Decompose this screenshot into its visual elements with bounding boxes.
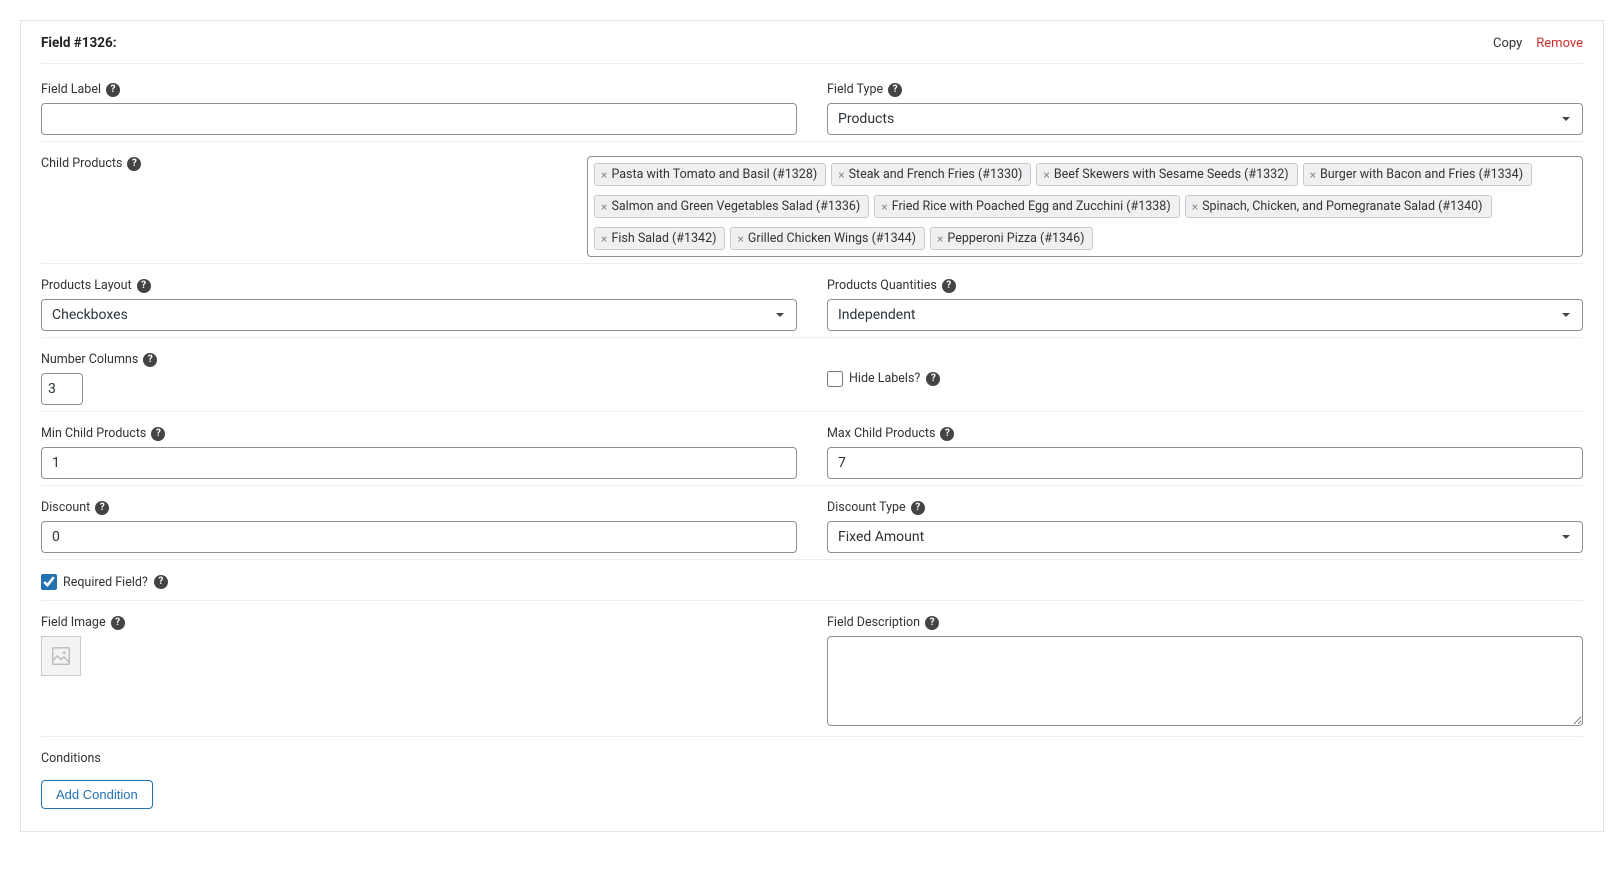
field-label-input[interactable]: [41, 103, 797, 135]
form-grid: Field Label ? Field Type ? Products Chil…: [41, 68, 1583, 809]
help-icon[interactable]: ?: [106, 83, 120, 97]
help-icon[interactable]: ?: [911, 501, 925, 515]
remove-tag-icon[interactable]: ×: [1192, 201, 1198, 213]
field-image-label: Field Image: [41, 615, 106, 630]
help-icon[interactable]: ?: [940, 427, 954, 441]
hide-labels-checkbox[interactable]: [827, 371, 843, 387]
help-icon[interactable]: ?: [154, 575, 168, 589]
child-product-tag[interactable]: × Steak and French Fries (#1330): [831, 163, 1031, 186]
child-product-tag-label: Fried Rice with Poached Egg and Zucchini…: [892, 199, 1171, 214]
products-layout-select[interactable]: Checkboxes: [41, 299, 797, 331]
child-product-tag[interactable]: × Fried Rice with Poached Egg and Zucchin…: [874, 195, 1179, 218]
discount-input[interactable]: [41, 521, 797, 553]
required-field-block: Required Field? ?: [41, 560, 1583, 594]
child-product-tag[interactable]: × Burger with Bacon and Fries (#1334): [1303, 163, 1532, 186]
child-product-tag[interactable]: × Fish Salad (#1342): [594, 227, 725, 250]
child-product-tag-label: Beef Skewers with Sesame Seeds (#1332): [1054, 167, 1289, 182]
remove-tag-icon[interactable]: ×: [838, 169, 844, 181]
header-actions: Copy Remove: [1493, 36, 1583, 51]
min-child-products-label: Min Child Products: [41, 426, 146, 441]
child-products-tags[interactable]: × Pasta with Tomato and Basil (#1328) × Ste…: [587, 156, 1583, 257]
help-icon[interactable]: ?: [925, 616, 939, 630]
discount-label: Discount: [41, 500, 90, 515]
field-label-label: Field Label: [41, 82, 101, 97]
child-product-tag[interactable]: × Beef Skewers with Sesame Seeds (#1332): [1036, 163, 1297, 186]
remove-tag-icon[interactable]: ×: [937, 233, 943, 245]
field-description-label: Field Description: [827, 615, 920, 630]
field-description-input[interactable]: [827, 636, 1583, 726]
max-child-products-label: Max Child Products: [827, 426, 935, 441]
add-condition-button[interactable]: Add Condition: [41, 780, 153, 809]
help-icon[interactable]: ?: [926, 372, 940, 386]
panel-title: Field #1326:: [41, 35, 117, 51]
hide-labels-block: Hide Labels? ?: [827, 338, 1583, 405]
help-icon[interactable]: ?: [111, 616, 125, 630]
conditions-block: Conditions Add Condition: [41, 737, 1583, 809]
field-type-label: Field Type: [827, 82, 883, 97]
remove-tag-icon[interactable]: ×: [1310, 169, 1316, 181]
min-child-products-input[interactable]: [41, 447, 797, 479]
max-child-products-block: Max Child Products ?: [827, 412, 1583, 479]
image-icon: [50, 645, 72, 667]
child-product-tag[interactable]: × Pepperoni Pizza (#1346): [930, 227, 1093, 250]
child-product-tag-label: Burger with Bacon and Fries (#1334): [1320, 167, 1523, 182]
field-type-select[interactable]: Products: [827, 103, 1583, 135]
help-icon[interactable]: ?: [888, 83, 902, 97]
child-products-label: Child Products: [41, 156, 122, 171]
child-products-row: Child Products ? × Pasta with Tomato and …: [41, 142, 1583, 257]
products-quantities-label: Products Quantities: [827, 278, 937, 293]
hide-labels-label: Hide Labels?: [849, 371, 920, 386]
number-columns-input[interactable]: [41, 373, 83, 405]
child-product-tag-label: Spinach, Chicken, and Pomegranate Salad …: [1202, 199, 1482, 214]
child-product-tag-label: Steak and French Fries (#1330): [849, 167, 1023, 182]
field-description-block: Field Description ?: [827, 601, 1583, 730]
required-field-checkbox[interactable]: [41, 574, 57, 590]
child-product-tag-label: Grilled Chicken Wings (#1344): [748, 231, 916, 246]
child-product-tag-label: Salmon and Green Vegetables Salad (#1336…: [611, 199, 860, 214]
child-product-tag-label: Pepperoni Pizza (#1346): [947, 231, 1084, 246]
discount-type-select[interactable]: Fixed Amount: [827, 521, 1583, 553]
number-columns-block: Number Columns ?: [41, 338, 797, 405]
child-product-tag-label: Fish Salad (#1342): [611, 231, 716, 246]
field-image-block: Field Image ?: [41, 601, 797, 730]
products-quantities-select[interactable]: Independent: [827, 299, 1583, 331]
child-product-tag[interactable]: × Salmon and Green Vegetables Salad (#133…: [594, 195, 869, 218]
help-icon[interactable]: ?: [127, 157, 141, 171]
required-field-label: Required Field?: [63, 575, 148, 590]
help-icon[interactable]: ?: [137, 279, 151, 293]
help-icon[interactable]: ?: [95, 501, 109, 515]
help-icon[interactable]: ?: [143, 353, 157, 367]
products-layout-label: Products Layout: [41, 278, 132, 293]
child-product-tag[interactable]: × Grilled Chicken Wings (#1344): [730, 227, 925, 250]
conditions-label: Conditions: [41, 751, 101, 766]
remove-tag-icon[interactable]: ×: [1043, 169, 1049, 181]
field-label-block: Field Label ?: [41, 68, 797, 135]
products-quantities-block: Products Quantities ? Independent: [827, 264, 1583, 331]
remove-tag-icon[interactable]: ×: [601, 169, 607, 181]
discount-type-label: Discount Type: [827, 500, 906, 515]
remove-link[interactable]: Remove: [1536, 36, 1583, 51]
max-child-products-input[interactable]: [827, 447, 1583, 479]
remove-tag-icon[interactable]: ×: [881, 201, 887, 213]
field-type-block: Field Type ? Products: [827, 68, 1583, 135]
remove-tag-icon[interactable]: ×: [737, 233, 743, 245]
discount-block: Discount ?: [41, 486, 797, 553]
field-panel: Field #1326: Copy Remove Field Label ? F…: [20, 20, 1604, 832]
copy-link[interactable]: Copy: [1493, 36, 1522, 51]
child-product-tag-label: Pasta with Tomato and Basil (#1328): [611, 167, 817, 182]
image-placeholder[interactable]: [41, 636, 81, 676]
min-child-products-block: Min Child Products ?: [41, 412, 797, 479]
help-icon[interactable]: ?: [942, 279, 956, 293]
products-layout-block: Products Layout ? Checkboxes: [41, 264, 797, 331]
child-product-tag[interactable]: × Pasta with Tomato and Basil (#1328): [594, 163, 826, 186]
remove-tag-icon[interactable]: ×: [601, 201, 607, 213]
number-columns-label: Number Columns: [41, 352, 138, 367]
remove-tag-icon[interactable]: ×: [601, 233, 607, 245]
child-product-tag[interactable]: × Spinach, Chicken, and Pomegranate Salad…: [1185, 195, 1492, 218]
panel-header: Field #1326: Copy Remove: [41, 35, 1583, 64]
discount-type-block: Discount Type ? Fixed Amount: [827, 486, 1583, 553]
help-icon[interactable]: ?: [151, 427, 165, 441]
